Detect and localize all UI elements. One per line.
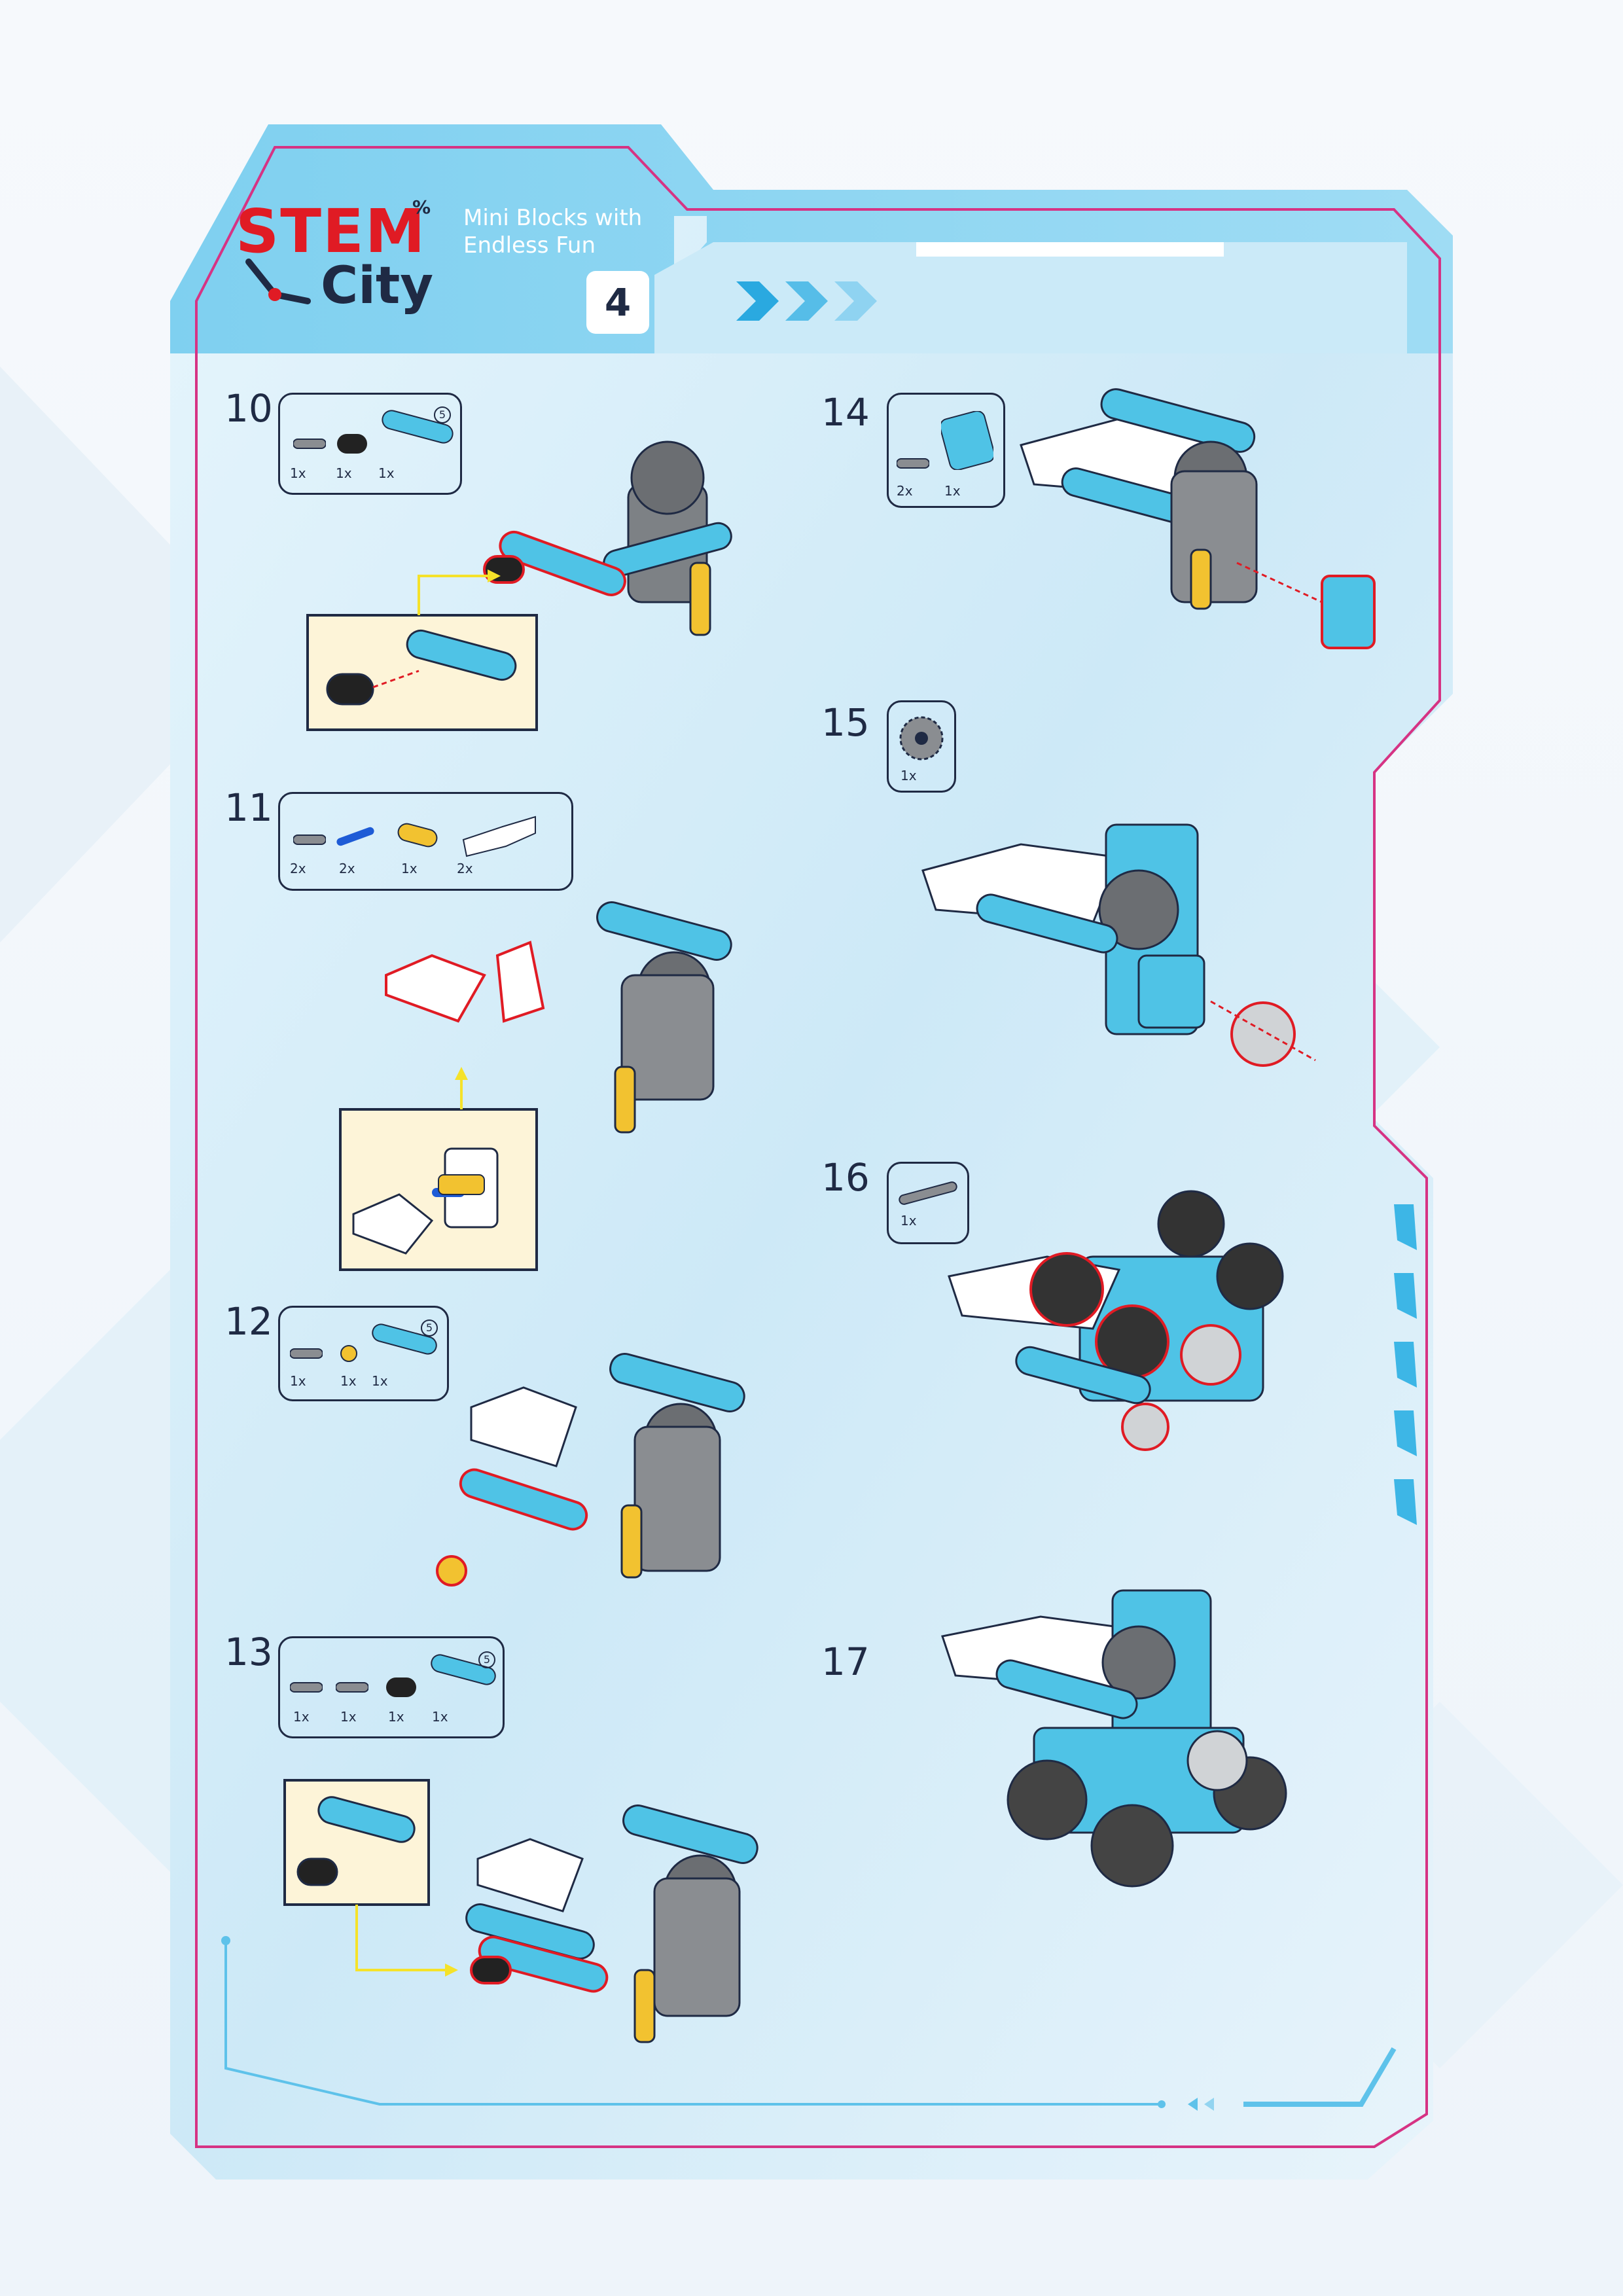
part-qty: 2x — [290, 861, 306, 876]
page-number: 4 — [586, 271, 649, 334]
parts-list-step-16: 1x — [887, 1162, 969, 1244]
part-qty: 2x — [339, 861, 355, 876]
step-number-11: 11 — [224, 785, 273, 830]
part-qty: 1x — [401, 861, 418, 876]
part-qty: 1x — [388, 1709, 404, 1725]
connector-icon — [386, 1677, 416, 1697]
step-number-14: 14 — [821, 390, 870, 435]
pin-icon — [290, 1348, 323, 1359]
axle-icon — [899, 1181, 957, 1205]
l-beam-icon — [462, 816, 536, 857]
step-number-13: 13 — [224, 1630, 273, 1674]
parts-list-step-12: 1x 1x 1x 5 — [278, 1306, 449, 1401]
logo-city-text: City — [321, 257, 434, 315]
part-qty: 1x — [372, 1373, 388, 1389]
gear-icon — [899, 716, 944, 761]
part-qty: 1x — [290, 1373, 306, 1389]
step-number-10: 10 — [224, 386, 273, 431]
beam-length-label: 5 — [434, 406, 451, 423]
step-number-17: 17 — [821, 1640, 870, 1684]
axle-pin-icon — [336, 827, 374, 846]
pin-icon — [897, 458, 929, 469]
step-number-12: 12 — [224, 1299, 273, 1344]
logo: STEM % City — [236, 196, 445, 327]
step-number-15: 15 — [821, 700, 870, 745]
parts-list-step-13: 1x 1x 1x 1x 5 — [278, 1636, 505, 1738]
robot-arm-icon — [245, 259, 311, 304]
part-qty: 2x — [897, 483, 913, 499]
pin-icon — [290, 1682, 323, 1693]
part-qty: 1x — [378, 465, 395, 481]
part-qty: 1x — [293, 1709, 310, 1725]
part-qty: 1x — [901, 768, 917, 783]
part-qty: 2x — [457, 861, 473, 876]
pin-icon — [293, 439, 326, 449]
callout-step-13 — [285, 1780, 429, 1905]
part-qty: 1x — [901, 1213, 917, 1229]
part-qty: 1x — [432, 1709, 448, 1725]
yellow-beam-icon — [397, 823, 438, 848]
part-qty: 1x — [290, 465, 306, 481]
bush-icon — [340, 1345, 357, 1362]
logo-percent: % — [412, 196, 431, 218]
parts-list-step-15: 1x — [887, 700, 956, 793]
chevron-arrows-icon — [736, 281, 877, 321]
pin-icon — [293, 834, 326, 845]
connector-icon — [337, 434, 367, 454]
pin-icon — [336, 1682, 368, 1693]
cross-block-icon — [941, 411, 993, 470]
beam-length-label: 5 — [478, 1651, 495, 1668]
part-qty: 1x — [340, 1709, 357, 1725]
tagline: Mini Blocks with Endless Fun — [463, 204, 660, 259]
part-qty: 1x — [336, 465, 352, 481]
parts-list-step-14: 2x 1x — [887, 393, 1005, 508]
part-qty: 1x — [944, 483, 961, 499]
beam-length-label: 5 — [421, 1319, 438, 1336]
step-number-16: 16 — [821, 1155, 870, 1200]
parts-list-step-10: 1x 1x 1x 5 — [278, 393, 462, 495]
callout-step-11 — [340, 1109, 537, 1270]
tagline-line-2: Endless Fun — [463, 232, 596, 259]
parts-list-step-11: 2x 2x 1x 2x — [278, 792, 573, 891]
callout-step-10 — [308, 615, 537, 730]
tagline-line-1: Mini Blocks with — [463, 205, 643, 231]
page-frame — [0, 124, 1623, 2179]
part-qty: 1x — [340, 1373, 357, 1389]
